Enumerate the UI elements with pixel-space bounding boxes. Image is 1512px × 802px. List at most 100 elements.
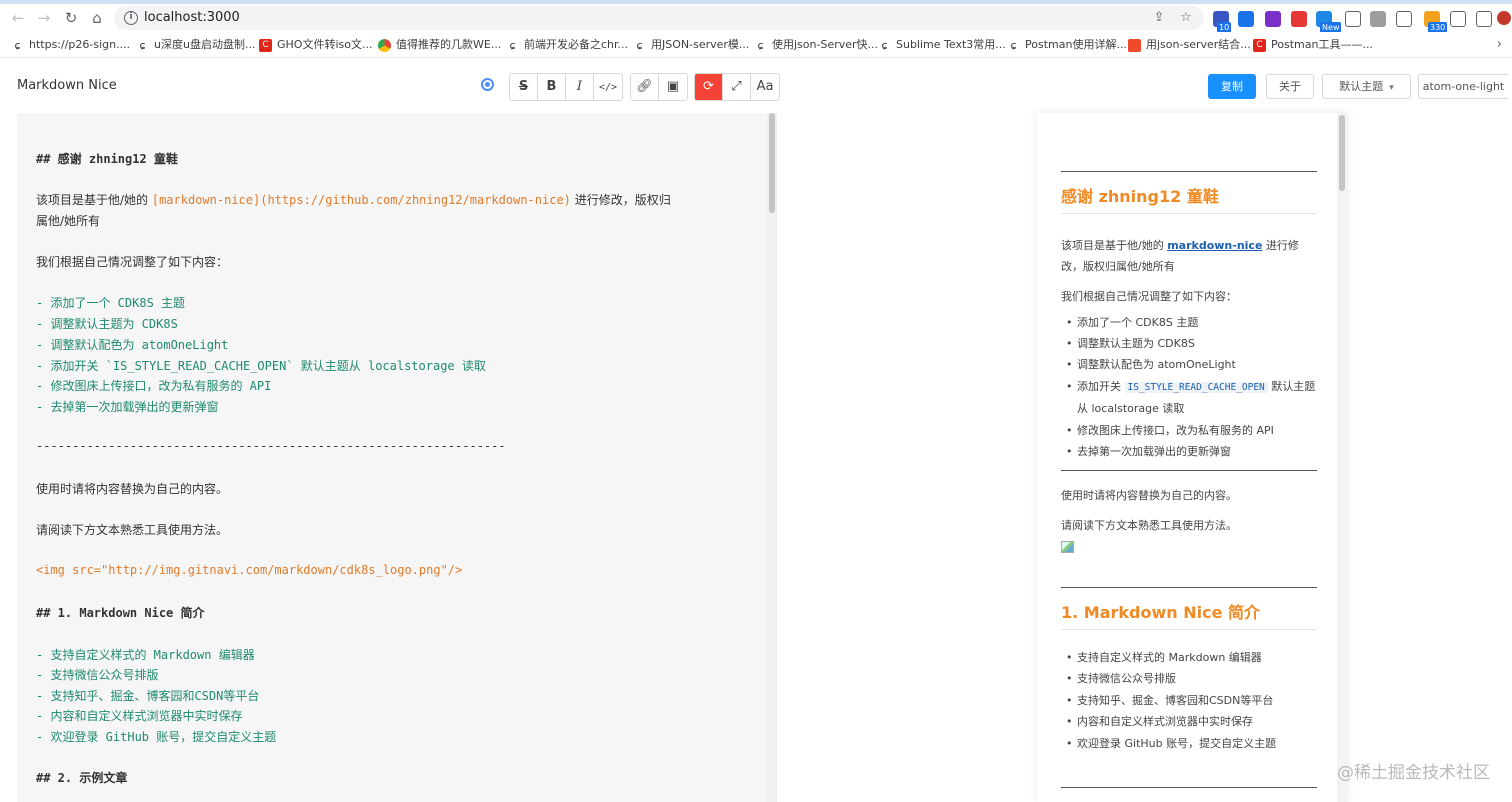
preview-paragraph: 该项目是基于他/她的 markdown-nice 进行修改，版权归属他/她所有 xyxy=(1061,235,1317,277)
font-button[interactable]: Aa xyxy=(751,74,779,100)
share-icon[interactable]: ⇪ xyxy=(1151,10,1167,26)
juejin-icon: ɕ xyxy=(506,38,519,52)
crop-ext-icon[interactable] xyxy=(1396,11,1412,27)
red-icon xyxy=(1128,38,1141,52)
editor-line[interactable]: ## 1. Markdown Nice 简介 xyxy=(36,604,205,621)
address-bar-omnibox[interactable]: i localhost:3000 ⇪ ☆ xyxy=(114,6,1204,30)
rp-ext-icon[interactable] xyxy=(1265,11,1281,27)
bookmark-item[interactable]: ɕ Sublime Text3常用... xyxy=(878,37,1006,53)
home-icon[interactable]: ⌂ xyxy=(88,9,106,27)
fullscreen-button[interactable]: ⤢ xyxy=(723,74,751,100)
sync-icon: ⟳ xyxy=(703,79,714,94)
editor-line-segment: 该项目是基于他/她的 xyxy=(36,193,152,207)
editor-line[interactable]: ----------------------------------------… xyxy=(36,439,506,453)
profile-avatar[interactable] xyxy=(1497,11,1511,25)
fe-ext-icon[interactable] xyxy=(1291,11,1307,27)
list-item: 支持知乎、掘金、博客园和CSDN等平台 xyxy=(1066,690,1317,711)
bookmark-item[interactable]: 值得推荐的几款WE... xyxy=(378,37,501,53)
theme-select[interactable]: 默认主题 ▾ xyxy=(1322,74,1411,99)
fx-ext-icon[interactable] xyxy=(1345,11,1361,27)
reload-icon[interactable]: ↻ xyxy=(62,9,80,27)
editor-line[interactable]: 使用时请将内容替换为自己的内容。 xyxy=(36,480,228,497)
view-toolbar-group: ⟳ ⤢ Aa xyxy=(694,73,780,101)
editor-line[interactable]: - 去掉第一次加载弹出的更新弹窗 xyxy=(36,398,218,415)
about-button[interactable]: 关于 xyxy=(1266,74,1314,99)
preview-heading-underline xyxy=(1061,629,1317,630)
sync-scroll-button[interactable]: ⟳ xyxy=(695,74,723,100)
strikethrough-button[interactable]: S xyxy=(510,74,538,100)
bookmark-star-icon[interactable]: ☆ xyxy=(1178,10,1194,26)
settings-icon[interactable] xyxy=(481,78,494,91)
url-text[interactable]: localhost:3000 xyxy=(144,10,240,25)
juejin-icon: ɕ xyxy=(633,38,646,52)
editor-line[interactable]: - 添加开关 `IS_STYLE_READ_CACHE_OPEN` 默认主题从 … xyxy=(36,357,486,374)
csdn-icon: C xyxy=(259,38,272,52)
bookmark-item[interactable]: 用json-server结合... xyxy=(1128,37,1251,53)
bookmark-item[interactable]: C GHO文件转iso文... xyxy=(259,37,372,53)
bookmark-item[interactable]: ɕ Postman使用详解... xyxy=(1007,37,1127,53)
bookmark-apps-icon: ɕ xyxy=(11,38,24,52)
code-button[interactable]: </> xyxy=(594,74,622,100)
list-item: 内容和自定义样式浏览器中实时保存 xyxy=(1066,711,1317,732)
bookmark-label: Postman使用详解... xyxy=(1025,38,1127,51)
list-item: 添加了一个 CDK8S 主题 xyxy=(1066,312,1317,333)
sidepanel-icon[interactable] xyxy=(1476,11,1492,27)
preview-scrollbar-thumb[interactable] xyxy=(1339,115,1345,191)
preview-link[interactable]: markdown-nice xyxy=(1167,239,1262,252)
editor-line[interactable]: - 调整默认主题为 CDK8S xyxy=(36,315,178,332)
bookmark-item[interactable]: ɕ 前端开发必备之chr... xyxy=(506,37,628,53)
bookmarks-overflow-icon[interactable]: › xyxy=(1497,37,1502,52)
editor-line[interactable]: - 支持微信公众号排版 xyxy=(36,666,158,683)
list-item: 调整默认配色为 atomOneLight xyxy=(1066,354,1317,375)
code-theme-select[interactable]: atom-one-light xyxy=(1418,74,1508,99)
editor-line[interactable]: ## 感谢 zhning12 童鞋 xyxy=(36,150,178,167)
puzzle-ext-icon[interactable] xyxy=(1450,11,1466,27)
editor-line[interactable]: - 添加了一个 CDK8S 主题 xyxy=(36,294,185,311)
editor-line[interactable]: ## 2. 示例文章 xyxy=(36,769,127,786)
inline-code: IS_STYLE_READ_CACHE_OPEN xyxy=(1124,382,1268,393)
download-ext-icon[interactable] xyxy=(1238,11,1254,27)
chrome-icon xyxy=(378,38,391,52)
editor-line[interactable]: - 调整默认配色为 atomOneLight xyxy=(36,336,228,353)
editor-line[interactable]: 属他/她所有 xyxy=(36,212,100,229)
editor-scrollbar-thumb[interactable] xyxy=(769,113,775,213)
editor-line[interactable]: - 欢迎登录 GitHub 账号，提交自定义主题 xyxy=(36,728,276,745)
bookmark-label: Sublime Text3常用... xyxy=(896,38,1006,51)
link-button[interactable]: 🔗︎ xyxy=(631,74,659,100)
image-icon: ▣ xyxy=(666,79,680,94)
editor-line[interactable]: - 支持自定义样式的 Markdown 编辑器 xyxy=(36,646,255,663)
bookmark-item[interactable]: ɕ u深度u盘启动盘制... xyxy=(136,37,255,53)
csdn-icon: C xyxy=(1253,38,1266,52)
preview-heading-2: 1. Markdown Nice 简介 xyxy=(1061,603,1261,622)
editor-line[interactable]: 该项目是基于他/她的 [markdown-nice](https://githu… xyxy=(36,191,671,208)
editor-line[interactable]: - 内容和自定义样式浏览器中实时保存 xyxy=(36,707,242,724)
fullscreen-icon: ⤢ xyxy=(731,79,742,94)
preview-pane: 感谢 zhning12 童鞋 该项目是基于他/她的 markdown-nice … xyxy=(1037,113,1347,802)
bookmark-item[interactable]: ɕ 使用json-Server快... xyxy=(754,37,878,53)
store-ext-icon[interactable] xyxy=(1370,11,1386,27)
editor-line[interactable]: 我们根据自己情况调整了如下内容： xyxy=(36,253,228,270)
list-item: 欢迎登录 GitHub 账号，提交自定义主题 xyxy=(1066,733,1317,754)
back-arrow-icon[interactable]: ← xyxy=(9,9,27,27)
editor-line[interactable]: - 修改图床上传接口，改为私有服务的 API xyxy=(36,377,271,394)
bookmark-item[interactable]: ɕ 用JSON-server模... xyxy=(633,37,749,53)
bookmark-item[interactable]: C Postman工具——... xyxy=(1253,37,1373,53)
copy-button[interactable]: 复制 xyxy=(1208,74,1256,99)
preview-scrollbar-track[interactable] xyxy=(1337,113,1347,802)
editor-line[interactable]: <img src="http://img.gitnavi.com/markdow… xyxy=(36,563,462,577)
bold-button[interactable]: B xyxy=(538,74,566,100)
link-icon: 🔗︎ xyxy=(636,79,653,94)
editor-line[interactable]: - 支持知乎、掘金、博客园和CSDN等平台 xyxy=(36,687,259,704)
bookmark-label: Postman工具——... xyxy=(1271,38,1373,51)
markdown-editor[interactable]: ## 感谢 zhning12 童鞋该项目是基于他/她的 [markdown-ni… xyxy=(17,113,777,802)
editor-line[interactable]: 请阅读下方文本熟悉工具使用方法。 xyxy=(36,521,228,538)
forward-arrow-icon[interactable]: → xyxy=(35,9,53,27)
bookmark-item[interactable]: ɕ https://p26-sign.... xyxy=(11,37,130,53)
editor-scrollbar-track[interactable] xyxy=(767,113,777,802)
image-button[interactable]: ▣ xyxy=(659,74,687,100)
bold-icon: B xyxy=(546,79,557,94)
preview-divider xyxy=(1061,587,1317,588)
site-info-icon[interactable]: i xyxy=(124,11,138,25)
bookmark-label: 前端开发必备之chr... xyxy=(524,38,629,51)
italic-button[interactable]: I xyxy=(566,74,594,100)
